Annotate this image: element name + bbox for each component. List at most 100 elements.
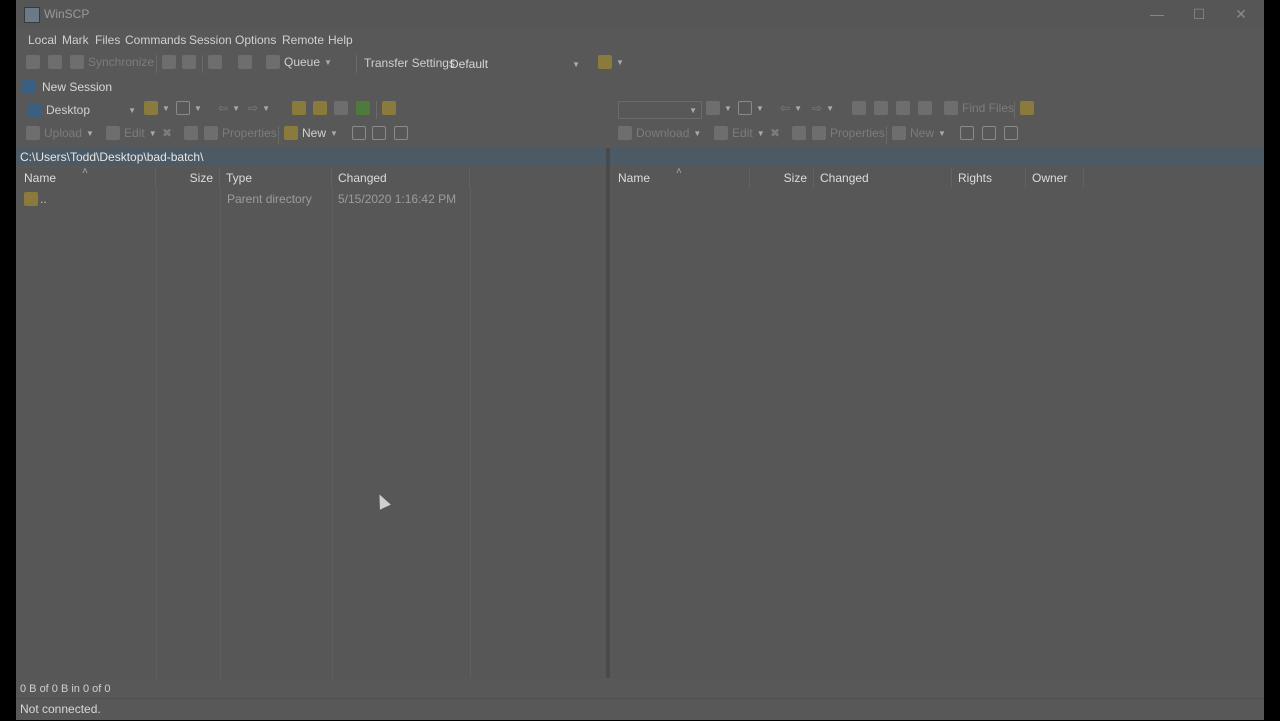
new-button[interactable]: New ▼: [284, 126, 338, 140]
remote-filter-select-button[interactable]: [1004, 126, 1018, 140]
transfer-settings-select[interactable]: Default ▼: [446, 55, 584, 73]
remote-select-all-button[interactable]: [960, 126, 974, 140]
remote-tree-toggle-button[interactable]: [1020, 101, 1034, 115]
tree-toggle-button[interactable]: [382, 101, 396, 115]
table-row[interactable]: .. Parent directory 5/15/2020 1:16:42 PM: [18, 190, 606, 208]
properties-button[interactable]: Properties: [204, 126, 277, 140]
back-button[interactable]: ⇦ ▼: [218, 101, 240, 115]
remote-delete-button[interactable]: ✖: [770, 126, 780, 140]
remote-unselect-button[interactable]: [982, 126, 996, 140]
new-session-tab[interactable]: New Session: [22, 80, 112, 94]
compare-dirs-button[interactable]: [26, 55, 40, 69]
edit-icon: [714, 126, 728, 140]
putty-button[interactable]: [182, 55, 196, 69]
console-button[interactable]: [162, 55, 176, 69]
edit-button[interactable]: Edit ▼: [106, 126, 157, 140]
col-header-type[interactable]: Type: [220, 168, 332, 188]
download-icon: [618, 126, 632, 140]
remote-rename-button[interactable]: [792, 126, 806, 140]
remote-open-directory-button[interactable]: ▼: [706, 101, 732, 115]
delete-button[interactable]: ✖: [162, 126, 172, 140]
root-folder-icon: [874, 101, 888, 115]
toolbar-separator: [376, 101, 377, 119]
select-all-button[interactable]: [352, 126, 366, 140]
close-button[interactable]: ✕: [1226, 4, 1256, 24]
menu-remote[interactable]: Remote: [282, 33, 324, 47]
remote-path-bar[interactable]: [610, 148, 1264, 166]
remote-edit-button[interactable]: Edit ▼: [714, 126, 765, 140]
remote-filter-button[interactable]: ▼: [738, 101, 764, 115]
root-dir-button[interactable]: [313, 101, 327, 115]
remote-back-button[interactable]: ⇦ ▼: [780, 101, 802, 115]
menu-files[interactable]: Files: [95, 33, 120, 47]
remote-col-name-label: Name: [618, 171, 651, 185]
drive-select[interactable]: Desktop ▼: [24, 101, 140, 119]
synchronize-button[interactable]: Synchronize: [70, 55, 154, 69]
remote-forward-button[interactable]: ⇨ ▼: [812, 101, 834, 115]
queue-button[interactable]: Queue ▼: [266, 55, 332, 69]
title-bar: WinSCP — ☐ ✕: [16, 0, 1264, 28]
row-changed: 5/15/2020 1:16:42 PM: [338, 192, 457, 206]
col-header-size[interactable]: Size: [156, 168, 220, 188]
remote-col-header-name[interactable]: Name ˄: [612, 166, 750, 188]
parent-folder-icon: [24, 192, 38, 206]
minimize-button[interactable]: —: [1142, 4, 1172, 24]
menu-mark[interactable]: Mark: [62, 33, 89, 47]
sync-dirs-icon: [48, 55, 62, 69]
local-file-panel[interactable]: Name ˄ Size Type Changed .. Parent direct…: [18, 166, 606, 678]
remote-refresh-button[interactable]: [918, 101, 932, 115]
remote-properties-button[interactable]: Properties: [812, 126, 885, 140]
remote-path-select[interactable]: ▼: [618, 101, 702, 119]
rename-button[interactable]: [184, 126, 198, 140]
toolbar-separator: [356, 55, 357, 73]
unselect-button[interactable]: [372, 126, 386, 140]
chevron-down-icon: ▼: [148, 128, 157, 138]
menu-local[interactable]: Local: [28, 33, 57, 47]
status-bar: [16, 698, 1264, 721]
find-files-button[interactable]: Find Files: [944, 101, 1014, 115]
remote-col-header-changed[interactable]: Changed: [814, 168, 952, 188]
remote-parent-dir-button[interactable]: [852, 101, 866, 115]
keep-up-to-date-button[interactable]: [48, 55, 62, 69]
filter-select-button[interactable]: [394, 126, 408, 140]
filter-box-icon: [1004, 126, 1018, 140]
menu-options[interactable]: Options: [235, 33, 276, 47]
maximize-button[interactable]: ☐: [1184, 4, 1214, 24]
menu-commands[interactable]: Commands: [125, 33, 186, 47]
forward-button[interactable]: ⇨ ▼: [248, 101, 270, 115]
remote-new-button[interactable]: New ▼: [892, 126, 946, 140]
col-header-changed[interactable]: Changed: [332, 168, 470, 188]
globe-menu-button[interactable]: ▼: [598, 55, 624, 69]
synchronize-icon: [70, 55, 84, 69]
remote-home-button[interactable]: [896, 101, 910, 115]
preferences-button[interactable]: [238, 55, 252, 69]
desktop-icon: [28, 103, 42, 117]
upload-button[interactable]: Upload ▼: [26, 126, 94, 140]
chevron-down-icon: ▼: [794, 103, 802, 113]
remote-col-header-owner[interactable]: Owner: [1026, 168, 1084, 188]
home-icon: [334, 101, 348, 115]
filter-icon: [176, 101, 190, 115]
remote-col-header-size[interactable]: Size: [750, 168, 814, 188]
refresh-button[interactable]: [356, 101, 370, 115]
find-button[interactable]: [208, 55, 222, 69]
drive-value-wrap: Desktop: [28, 103, 90, 117]
remote-col-header-rights[interactable]: Rights: [952, 168, 1026, 188]
panel-splitter[interactable]: [606, 148, 610, 678]
column-divider: [332, 188, 333, 678]
find-files-icon: [944, 101, 958, 115]
putty-icon: [182, 55, 196, 69]
parent-dir-button[interactable]: [292, 101, 306, 115]
filter-button[interactable]: ▼: [176, 101, 202, 115]
column-divider: [470, 188, 471, 678]
remote-file-panel[interactable]: Name ˄ Size Changed Rights Owner: [612, 166, 1262, 678]
download-button[interactable]: Download ▼: [618, 126, 701, 140]
menu-session[interactable]: Session: [189, 33, 232, 47]
open-directory-button[interactable]: ▼: [144, 101, 170, 115]
local-path-bar[interactable]: C:\Users\Todd\Desktop\bad-batch\: [16, 148, 606, 166]
home-button[interactable]: [334, 101, 348, 115]
menu-help[interactable]: Help: [328, 33, 353, 47]
remote-root-dir-button[interactable]: [874, 101, 888, 115]
download-label: Download: [636, 126, 690, 140]
col-header-name[interactable]: Name ˄: [18, 166, 156, 188]
